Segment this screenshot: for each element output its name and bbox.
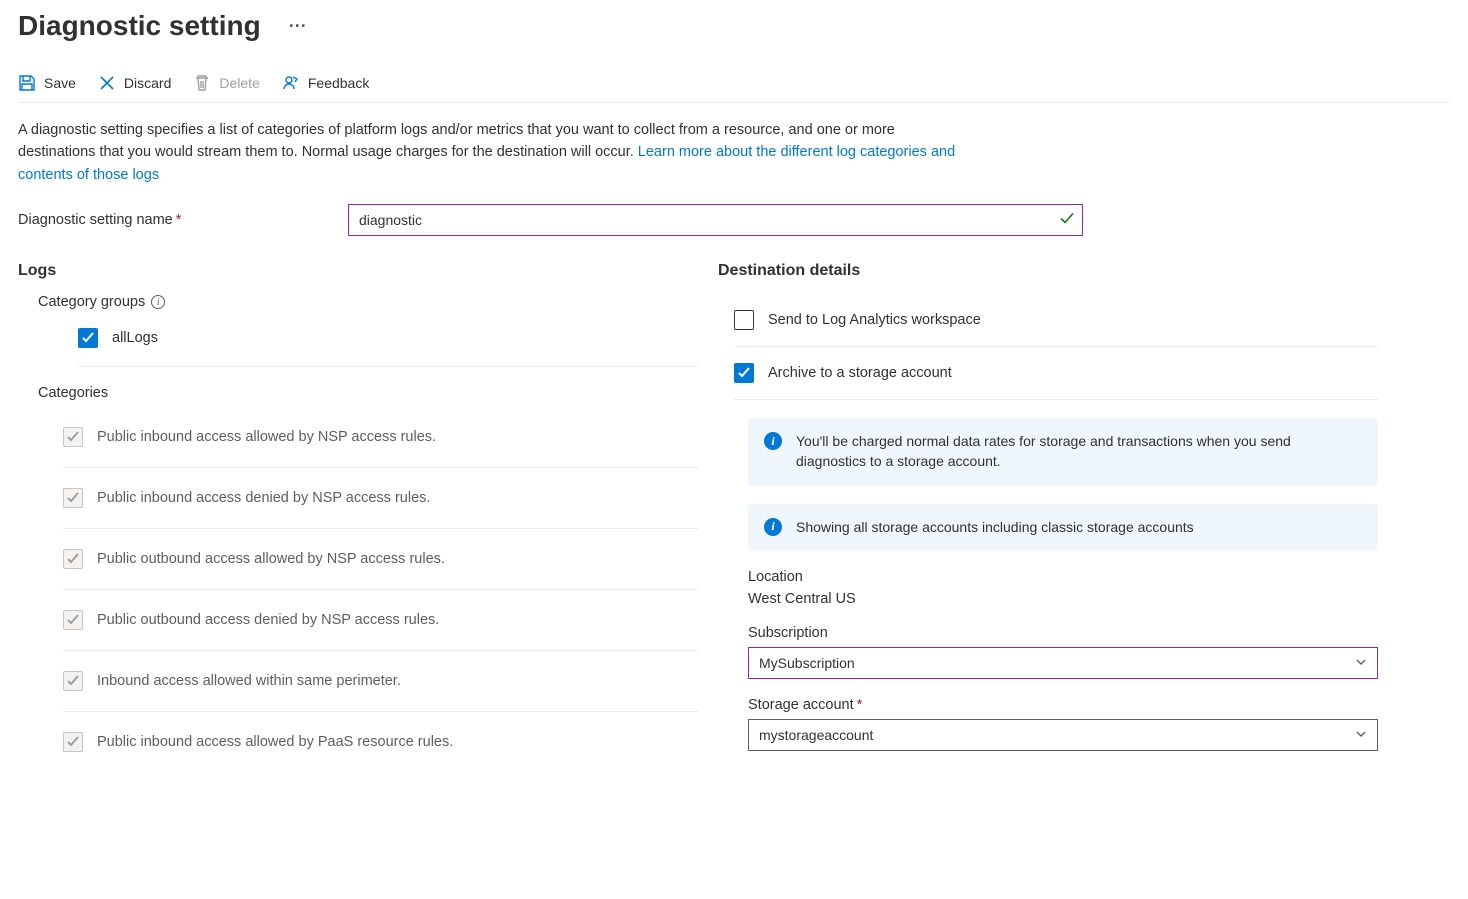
save-icon: [18, 74, 36, 92]
name-field-label: Diagnostic setting name*: [18, 212, 348, 228]
alllogs-checkbox[interactable]: [78, 328, 98, 348]
info-icon[interactable]: i: [151, 295, 165, 309]
more-actions-icon[interactable]: ···: [289, 16, 307, 37]
storage-charge-info: i You'll be charged normal data rates fo…: [748, 418, 1378, 485]
category-row: Public outbound access allowed by NSP ac…: [63, 529, 698, 590]
category-checkbox: [63, 488, 83, 508]
category-checkbox: [63, 732, 83, 752]
info-circle-icon: i: [764, 518, 782, 536]
subscription-label: Subscription: [748, 625, 1378, 641]
discard-button[interactable]: Discard: [98, 74, 171, 92]
subscription-value: MySubscription: [759, 655, 855, 671]
category-label: Public outbound access allowed by NSP ac…: [97, 551, 445, 567]
category-row: Public inbound access allowed by PaaS re…: [63, 712, 698, 772]
category-label: Public inbound access allowed by PaaS re…: [97, 734, 453, 750]
page-title-text: Diagnostic setting: [18, 10, 261, 42]
location-value: West Central US: [748, 591, 1378, 607]
category-label: Public inbound access denied by NSP acce…: [97, 490, 430, 506]
chevron-down-icon: [1355, 656, 1367, 671]
delete-label: Delete: [219, 75, 259, 91]
save-label: Save: [44, 75, 76, 91]
description-text: A diagnostic setting specifies a list of…: [18, 119, 958, 186]
category-checkbox: [63, 610, 83, 630]
info-circle-icon: i: [764, 432, 782, 450]
category-checkbox: [63, 549, 83, 569]
discard-label: Discard: [124, 75, 171, 91]
storage-charge-text: You'll be charged normal data rates for …: [796, 432, 1362, 471]
logs-heading: Logs: [18, 262, 698, 280]
storage-account-label: Storage account*: [748, 697, 1378, 713]
category-row: Inbound access allowed within same perim…: [63, 651, 698, 712]
storage-account-select[interactable]: mystorageaccount: [748, 719, 1378, 751]
alllogs-label: allLogs: [112, 330, 158, 346]
feedback-label: Feedback: [308, 75, 369, 91]
destination-heading: Destination details: [718, 262, 1378, 280]
category-row: Public inbound access allowed by NSP acc…: [63, 407, 698, 468]
discard-icon: [98, 74, 116, 92]
storage-classic-text: Showing all storage accounts including c…: [796, 518, 1194, 538]
chevron-down-icon: [1355, 728, 1367, 743]
archive-storage-checkbox[interactable]: [734, 363, 754, 383]
category-label: Public inbound access allowed by NSP acc…: [97, 429, 436, 445]
name-field-row: Diagnostic setting name*: [18, 204, 1450, 236]
category-checkbox: [63, 427, 83, 447]
category-row: Public outbound access denied by NSP acc…: [63, 590, 698, 651]
location-label: Location: [748, 569, 1378, 585]
send-log-analytics-checkbox[interactable]: [734, 310, 754, 330]
category-label: Public outbound access denied by NSP acc…: [97, 612, 439, 628]
diagnostic-name-input[interactable]: [348, 204, 1083, 236]
feedback-icon: [282, 74, 300, 92]
categories-label: Categories: [38, 385, 698, 401]
valid-check-icon: [1059, 211, 1075, 230]
page-title: Diagnostic setting ···: [18, 10, 1450, 42]
feedback-button[interactable]: Feedback: [282, 74, 369, 92]
toolbar: Save Discard Delete Feedback: [18, 46, 1450, 103]
category-checkbox: [63, 671, 83, 691]
save-button[interactable]: Save: [18, 74, 76, 92]
subscription-select[interactable]: MySubscription: [748, 647, 1378, 679]
delete-button: Delete: [193, 74, 259, 92]
archive-storage-label: Archive to a storage account: [768, 365, 952, 381]
storage-classic-info: i Showing all storage accounts including…: [748, 504, 1378, 552]
category-groups-label: Category groups i: [38, 294, 698, 310]
delete-icon: [193, 74, 211, 92]
storage-account-value: mystorageaccount: [759, 727, 873, 743]
send-log-analytics-label: Send to Log Analytics workspace: [768, 312, 981, 328]
category-row: Public inbound access denied by NSP acce…: [63, 468, 698, 529]
category-label: Inbound access allowed within same perim…: [97, 673, 401, 689]
